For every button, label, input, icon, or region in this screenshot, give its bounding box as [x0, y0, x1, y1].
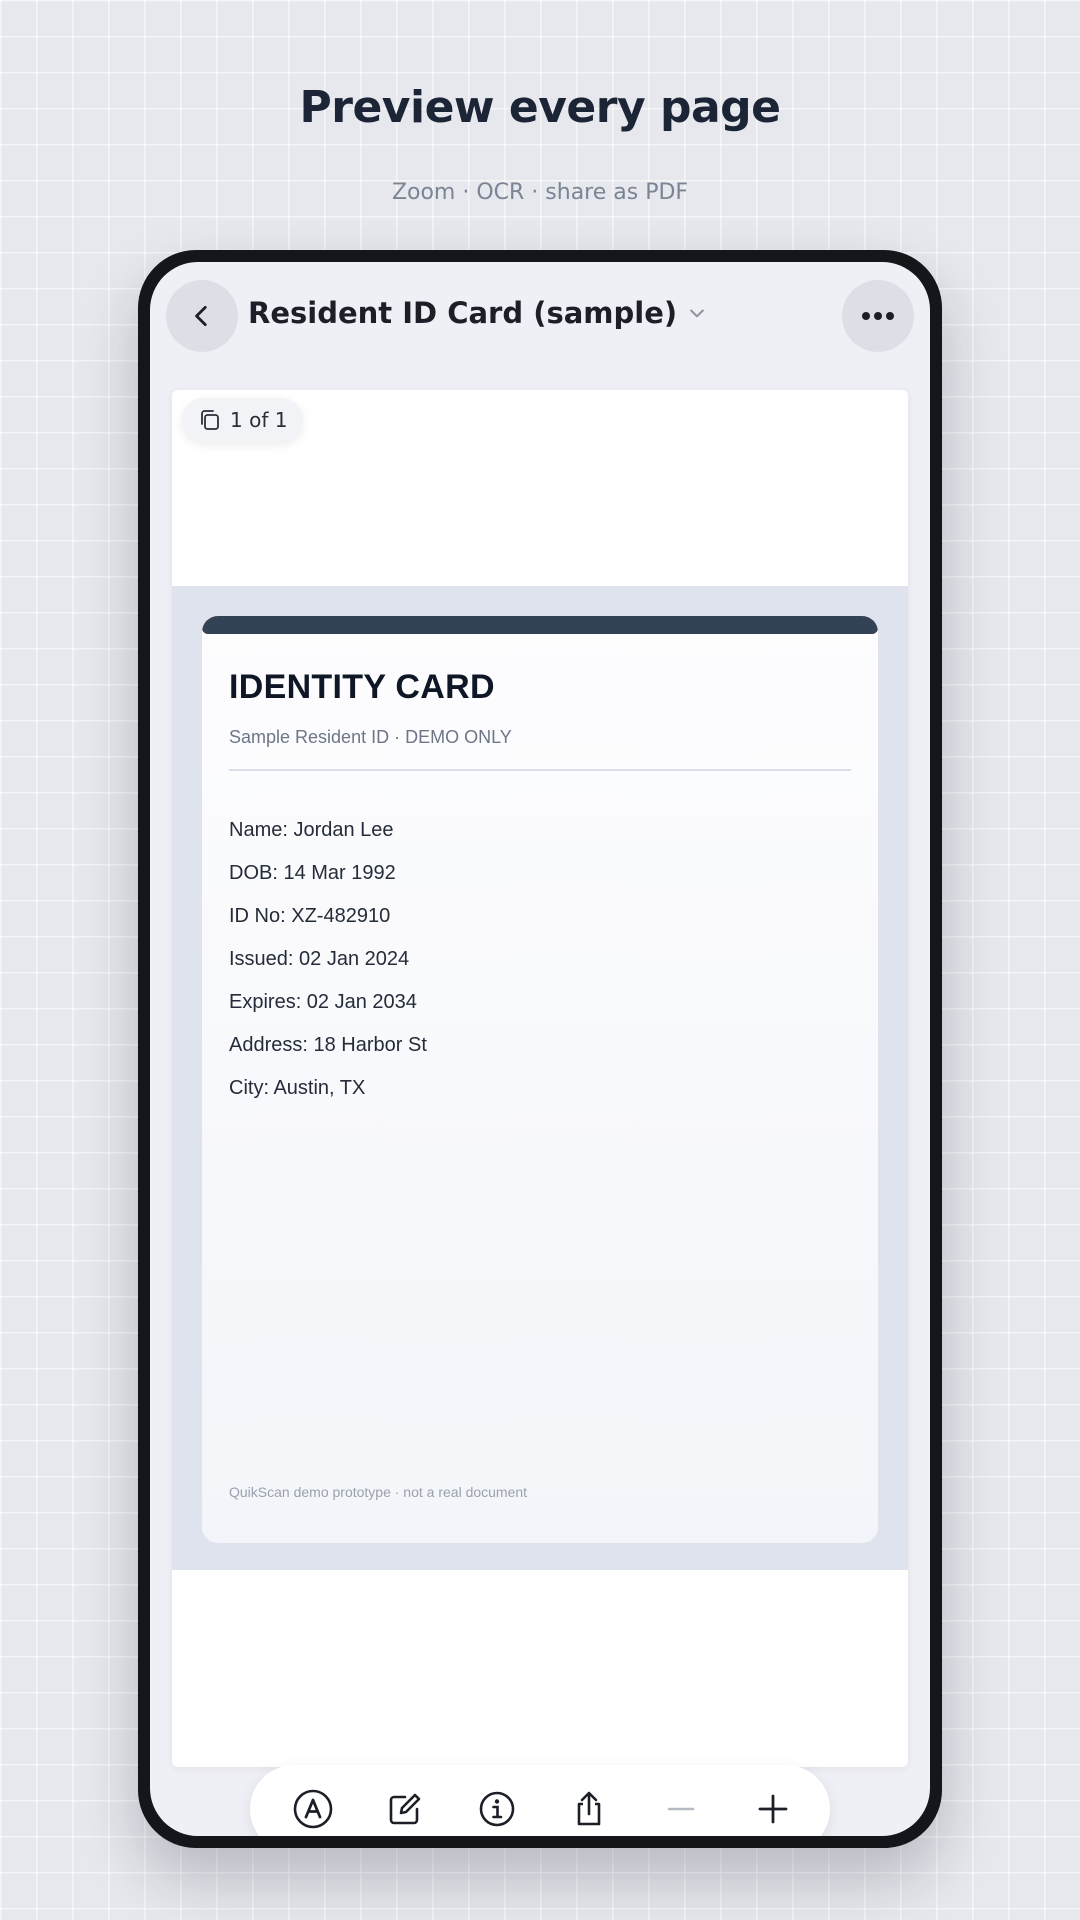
app-screen: Resident ID Card (sample) 1 of 1 IDENTIT…	[150, 262, 930, 1836]
card-header-strip	[202, 616, 878, 634]
back-button[interactable]	[166, 280, 238, 352]
page-indicator: 1 of 1	[182, 398, 304, 442]
zoom-out-icon	[667, 1807, 695, 1811]
page-indicator-label: 1 of 1	[230, 408, 288, 432]
card-title: IDENTITY CARD	[229, 668, 495, 706]
ocr-text-button[interactable]	[283, 1779, 343, 1836]
ocr-text-icon	[293, 1789, 333, 1829]
page-preview[interactable]: 1 of 1 IDENTITY CARD Sample Resident ID …	[172, 390, 908, 1767]
zoom-out-button[interactable]	[651, 1779, 711, 1836]
promo-subline: Zoom · OCR · share as PDF	[391, 180, 689, 205]
share-icon	[577, 1791, 601, 1826]
field-issued: Issued: 02 Jan 2024	[229, 948, 410, 970]
card-divider	[229, 769, 851, 771]
more-options-button[interactable]	[842, 280, 914, 352]
more-horizontal-icon	[862, 312, 894, 320]
top-bar: Resident ID Card (sample)	[150, 262, 930, 370]
zoom-in-button[interactable]	[743, 1779, 803, 1836]
identity-card: IDENTITY CARD Sample Resident ID · DEMO …	[202, 616, 878, 1543]
device-frame: Resident ID Card (sample) 1 of 1 IDENTIT…	[138, 250, 942, 1848]
field-dob: DOB: 14 Mar 1992	[229, 862, 396, 884]
field-name: Name: Jordan Lee	[229, 819, 394, 841]
field-city: City: Austin, TX	[229, 1077, 366, 1099]
promo-headline: Preview every page	[299, 82, 781, 133]
field-id-number: ID No: XZ-482910	[229, 905, 391, 927]
field-address: Address: 18 Harbor St	[229, 1034, 427, 1056]
chevron-left-icon	[195, 305, 207, 327]
field-expires: Expires: 02 Jan 2034	[229, 991, 417, 1013]
share-button[interactable]	[559, 1779, 619, 1836]
scanned-image-region: IDENTITY CARD Sample Resident ID · DEMO …	[172, 586, 908, 1570]
card-footer: QuikScan demo prototype · not a real doc…	[229, 1484, 528, 1500]
info-button[interactable]	[467, 1779, 527, 1836]
card-subtitle: Sample Resident ID · DEMO ONLY	[229, 727, 512, 747]
edit-icon	[389, 1793, 421, 1825]
document-title: Resident ID Card (sample)	[248, 296, 678, 330]
document-title-dropdown[interactable]: Resident ID Card (sample)	[248, 296, 707, 330]
bottom-toolbar	[250, 1765, 830, 1836]
info-icon	[479, 1791, 515, 1827]
edit-button[interactable]	[375, 1779, 435, 1836]
chevron-down-icon	[690, 309, 704, 318]
zoom-in-icon	[758, 1794, 788, 1824]
pages-icon	[201, 410, 219, 430]
